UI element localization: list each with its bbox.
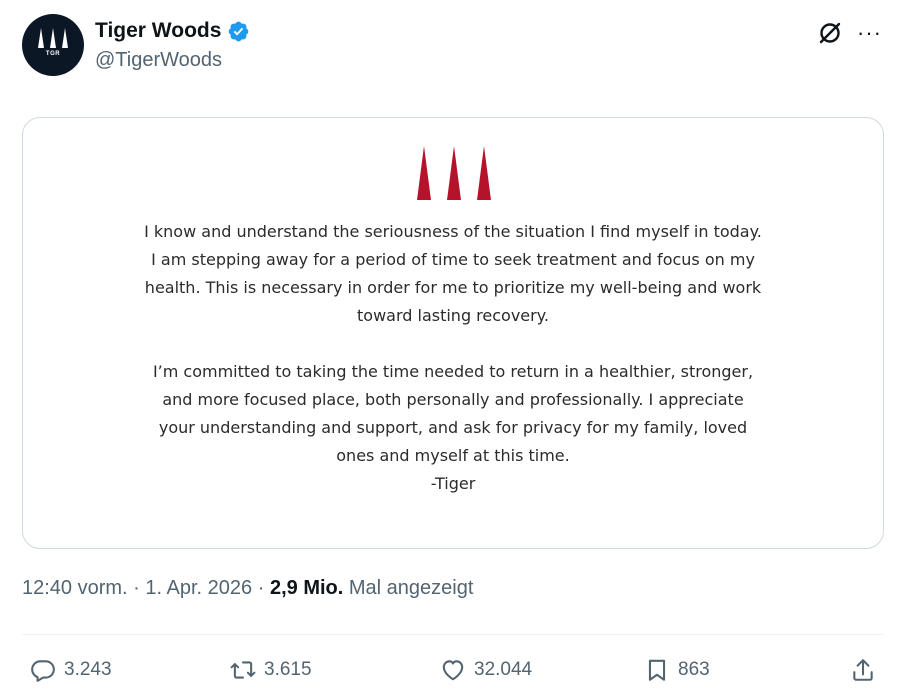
tweet-meta: 12:40 vorm. · 1. Apr. 2026 · 2,9 Mio. Ma… <box>22 577 473 600</box>
avatar[interactable]: TGR <box>22 14 84 76</box>
statement-line: health. This is necessary in order for m… <box>144 278 762 297</box>
share-icon <box>853 659 873 681</box>
meta-separator: · <box>133 577 140 599</box>
verified-badge-icon[interactable] <box>227 20 250 43</box>
avatar-text: TGR <box>45 51 61 57</box>
statement-line: and more focused place, both personally … <box>162 390 744 409</box>
views-count: 2,9 Mio. <box>269 577 344 599</box>
repost-button[interactable]: 3.615 <box>230 652 312 688</box>
reply-icon <box>31 660 55 682</box>
timestamp-time[interactable]: 12:40 vorm. <box>22 577 128 599</box>
tweet-header: TGR Tiger Woods @TigerWoods ··· <box>22 14 882 78</box>
statement-line: your understanding and support, and ask … <box>158 418 748 437</box>
statement-line: ones and myself at this time. <box>336 446 570 465</box>
timestamp-date[interactable]: 1. Apr. 2026 <box>145 577 252 599</box>
heart-icon <box>442 660 464 681</box>
media-image[interactable]: I know and understand the seriousness of… <box>22 117 884 549</box>
bookmark-button[interactable]: 863 <box>644 652 710 688</box>
reply-button[interactable]: 3.243 <box>30 652 112 688</box>
divider <box>22 634 884 635</box>
statement-signature: -Tiger <box>430 474 476 493</box>
statement-line: I know and understand the seriousness of… <box>144 222 762 241</box>
like-button[interactable]: 32.044 <box>440 652 532 688</box>
share-button[interactable] <box>850 652 876 688</box>
statement-line: I am stepping away for a period of time … <box>151 250 755 269</box>
reply-count: 3.243 <box>64 659 112 680</box>
tgr-logo <box>417 146 491 200</box>
display-name[interactable]: Tiger Woods <box>95 19 221 43</box>
grok-icon[interactable] <box>817 20 843 46</box>
handle[interactable]: @TigerWoods <box>95 49 250 72</box>
views-label: Mal angezeigt <box>348 577 474 599</box>
like-count: 32.044 <box>474 659 533 680</box>
bookmark-icon <box>648 659 666 681</box>
action-bar: 3.243 3.615 32.044 863 <box>22 652 884 688</box>
repost-icon <box>230 661 256 679</box>
avatar-logo <box>38 28 68 48</box>
author-info: Tiger Woods @TigerWoods <box>95 17 250 72</box>
more-icon[interactable]: ··· <box>857 22 882 44</box>
repost-count: 3.615 <box>264 659 312 680</box>
statement-line: I’m committed to taking the time needed … <box>152 362 754 381</box>
statement-text: I know and understand the seriousness of… <box>73 218 833 498</box>
statement-line: toward lasting recovery. <box>357 306 549 325</box>
meta-separator: · <box>257 577 265 599</box>
bookmark-count: 863 <box>678 659 710 680</box>
header-actions: ··· <box>817 20 882 46</box>
